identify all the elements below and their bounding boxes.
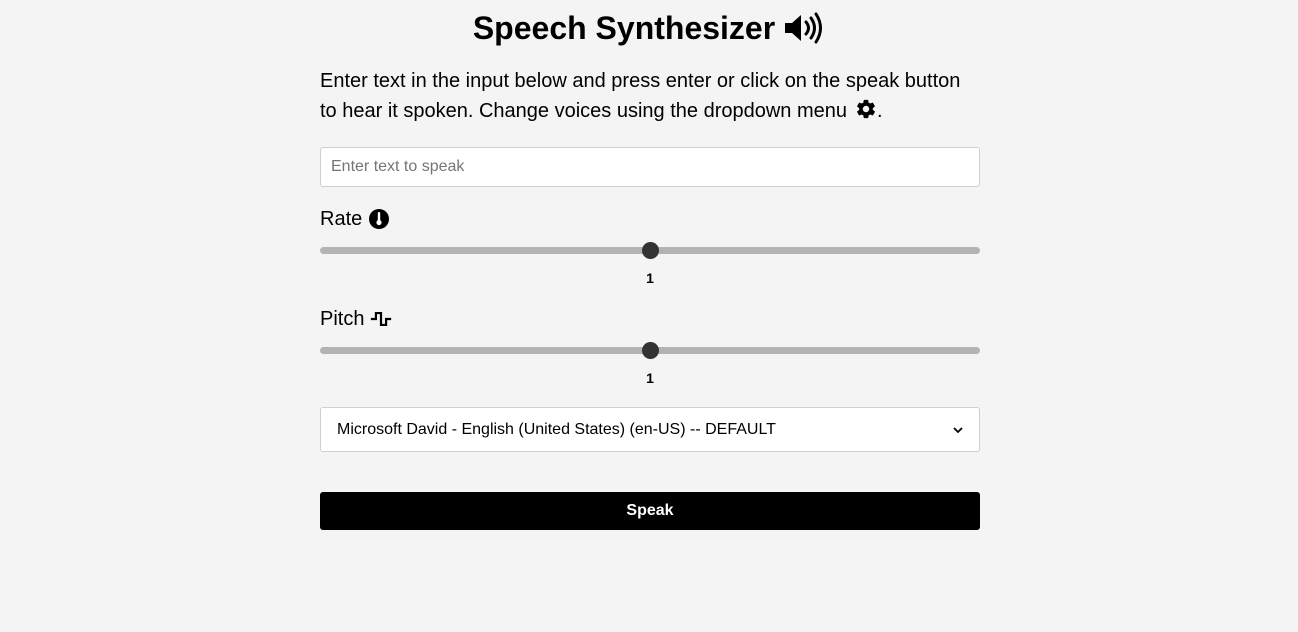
intro-trailing: .: [877, 100, 883, 122]
thermometer-icon: [368, 208, 390, 230]
voice-select[interactable]: Microsoft David - English (United States…: [320, 407, 980, 452]
intro-text: Enter text in the input below and press …: [320, 66, 980, 126]
pitch-slider[interactable]: [320, 342, 980, 359]
voice-select-value: Microsoft David - English (United States…: [337, 420, 776, 438]
chevron-down-icon: [953, 425, 963, 435]
page-title: Speech Synthesizer: [0, 8, 1298, 48]
pitch-label: Pitch: [320, 307, 392, 331]
gear-icon: [855, 98, 877, 120]
pitch-slider-thumb[interactable]: [641, 342, 659, 359]
synth-form: Enter text in the input below and press …: [320, 66, 980, 530]
pitch-label-text: Pitch: [320, 308, 365, 330]
rate-label-text: Rate: [320, 208, 363, 230]
pitch-value: 1: [646, 370, 654, 386]
rate-value: 1: [646, 270, 654, 286]
speak-button[interactable]: Speak: [320, 492, 980, 530]
speaker-volume-icon: [783, 12, 825, 44]
page: Speech Synthesizer Enter text in the inp…: [0, 0, 1298, 632]
rate-slider[interactable]: [320, 242, 980, 259]
page-title-text: Speech Synthesizer: [472, 10, 776, 46]
rate-slider-thumb[interactable]: [641, 242, 659, 259]
rate-label: Rate: [320, 207, 390, 231]
square-wave-icon: [370, 308, 392, 330]
text-to-speak-input[interactable]: [320, 147, 980, 187]
